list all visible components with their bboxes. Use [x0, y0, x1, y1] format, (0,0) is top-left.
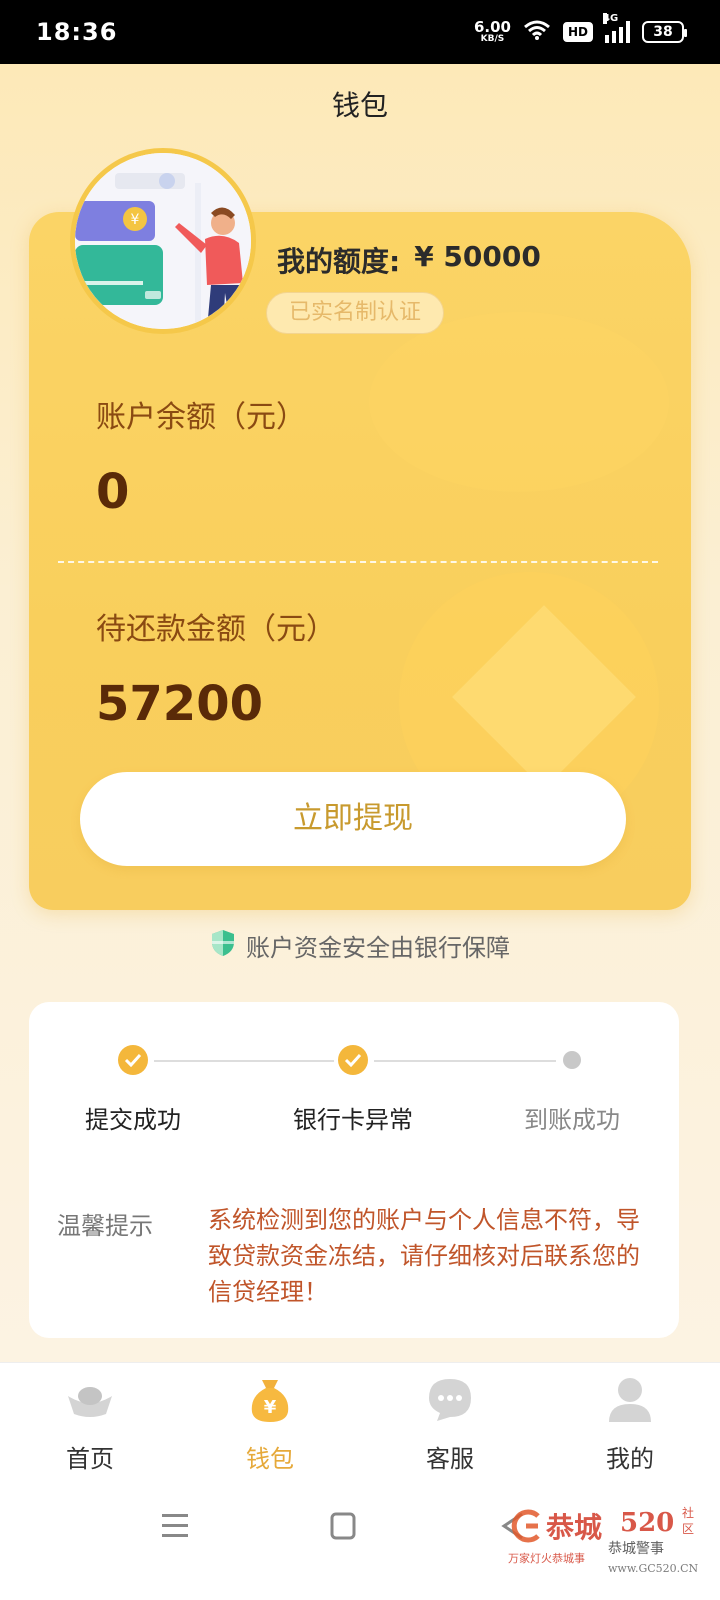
nav-label-profile: 我的 [606, 1445, 654, 1473]
wifi-icon [523, 19, 551, 45]
watermark-account: 恭城警事 [608, 1541, 664, 1557]
safety-note-text: 账户资金安全由银行保障 [246, 934, 510, 962]
network-speed: 6.00 KB/S [474, 20, 511, 44]
watermark-number: 520 [620, 1508, 675, 1538]
step-line [154, 1060, 334, 1062]
signal-icon: 4G [603, 13, 630, 43]
svg-text:¥: ¥ [264, 1397, 277, 1418]
battery-icon: 38 [642, 21, 687, 43]
menu-icon[interactable] [162, 1512, 188, 1544]
step-label-arrived: 到账成功 [524, 1106, 620, 1134]
step-label-card-error: 银行卡异常 [293, 1106, 413, 1134]
balance-label: 账户余额（元） [96, 400, 306, 435]
due-amount-label: 待还款金额（元） [96, 612, 336, 647]
user-icon [607, 1375, 653, 1425]
status-time: 18:36 [36, 18, 118, 46]
step-check-icon [338, 1045, 368, 1075]
nav-label-wallet: 钱包 [246, 1445, 294, 1473]
withdraw-button[interactable]: 立即提现 [80, 772, 626, 866]
bottom-nav: 首页 ¥ 钱包 客服 我的 [0, 1362, 720, 1484]
tip-title: 温馨提示 [57, 1212, 153, 1240]
watermark-slogan: 万家灯火恭城事 [508, 1552, 585, 1565]
svg-text:¥: ¥ [131, 212, 140, 228]
hd-badge: HD [562, 22, 593, 42]
signal-type: 4G [603, 13, 619, 24]
wallet-illustration: ¥ [70, 148, 256, 334]
status-bar: 18:36 6.00 KB/S HD 4G 38 [0, 0, 720, 64]
card-decoration [369, 312, 669, 492]
nav-item-service[interactable]: 客服 [360, 1363, 540, 1484]
nav-item-wallet[interactable]: ¥ 钱包 [180, 1363, 360, 1484]
step-line [374, 1060, 556, 1062]
step-pending-dot [563, 1051, 581, 1069]
nav-label-service: 客服 [426, 1445, 474, 1473]
watermark: 恭城 520 社 区 万家灯火恭城事 恭城警事 www.GC520.CN [508, 1506, 708, 1586]
status-icons: 6.00 KB/S HD 4G 38 [474, 13, 687, 45]
step-label-submitted: 提交成功 [85, 1106, 181, 1134]
money-bag-icon: ¥ [246, 1375, 294, 1425]
verified-badge: 已实名制认证 [266, 292, 444, 334]
balance-value: 0 [96, 464, 130, 520]
shield-icon [210, 929, 236, 963]
step-check-icon [118, 1045, 148, 1075]
watermark-side-2: 区 [682, 1522, 695, 1536]
network-speed-unit: KB/S [480, 34, 505, 44]
quota-value: ¥ 50000 [414, 240, 541, 273]
nav-item-profile[interactable]: 我的 [540, 1363, 720, 1484]
safety-note: 账户资金安全由银行保障 [0, 928, 720, 963]
battery-level: 38 [653, 24, 673, 40]
credit-quota: 我的额度: ¥ 50000 [277, 240, 541, 280]
watermark-site: www.GC520.CN [608, 1562, 699, 1575]
nav-item-home[interactable]: 首页 [0, 1363, 180, 1484]
watermark-logo-icon [508, 1508, 544, 1544]
tip-text: 系统检测到您的账户与个人信息不符，导致贷款资金冻结，请仔细核对后联系您的信贷经理… [208, 1206, 640, 1306]
divider [58, 561, 658, 563]
page-title: 钱包 [331, 89, 388, 122]
watermark-side-1: 社 [682, 1506, 695, 1520]
quota-label: 我的额度: [277, 245, 401, 278]
home-square-icon[interactable] [330, 1512, 356, 1544]
ingot-icon [64, 1375, 116, 1425]
due-amount-value: 57200 [96, 676, 263, 732]
network-speed-value: 6.00 [473, 18, 511, 36]
watermark-brand: 恭城 [546, 1511, 603, 1544]
chat-bubble-icon [427, 1375, 473, 1425]
nav-label-home: 首页 [66, 1445, 114, 1473]
